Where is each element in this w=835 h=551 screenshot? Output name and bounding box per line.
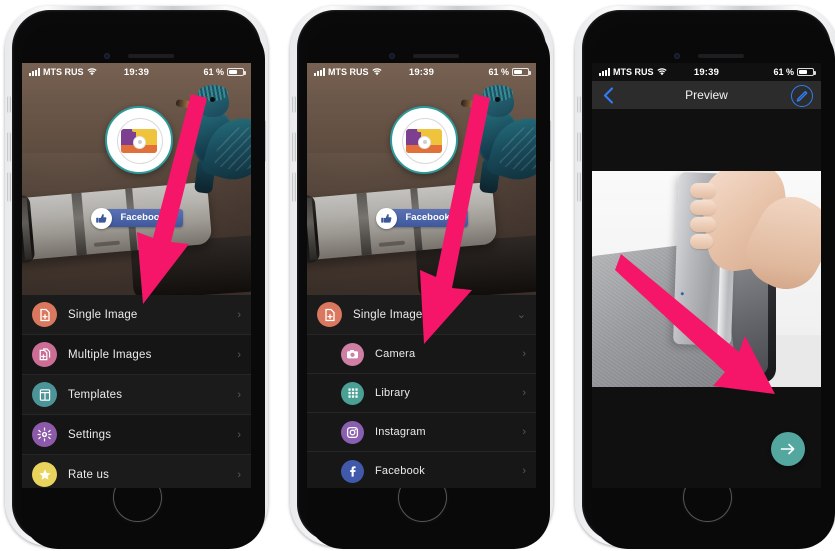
volume-up-button[interactable] bbox=[292, 132, 296, 162]
clock-label: 19:39 bbox=[123, 66, 150, 78]
volume-down-button[interactable] bbox=[292, 172, 296, 202]
mute-switch[interactable] bbox=[577, 96, 581, 113]
earpiece-speaker bbox=[127, 54, 174, 58]
star-icon bbox=[32, 462, 57, 487]
earpiece-speaker bbox=[697, 54, 744, 58]
mute-switch[interactable] bbox=[292, 96, 296, 113]
menu-item-single-image[interactable]: Single Image › bbox=[22, 295, 251, 335]
clock-label: 19:39 bbox=[408, 66, 435, 78]
status-bar-2: MTS RUS 19:39 61 % bbox=[307, 63, 536, 81]
clock-label: 19:39 bbox=[693, 66, 720, 78]
app-logo bbox=[389, 106, 458, 174]
menu-label: Settings bbox=[68, 428, 112, 441]
facebook-badge[interactable]: Facebook bbox=[90, 208, 183, 229]
chevron-down-icon: ⌄ bbox=[516, 309, 526, 321]
chevron-right-icon: › bbox=[237, 388, 241, 401]
wallpaper-1 bbox=[22, 63, 251, 295]
document-add-icon bbox=[32, 302, 57, 327]
phone-2-screen: MTS RUS 19:39 61 % Facebook Single Image… bbox=[307, 63, 536, 488]
page-title: Preview bbox=[685, 88, 728, 102]
facebook-badge-label: Facebook bbox=[405, 212, 450, 223]
camera-app-logo-icon bbox=[120, 129, 157, 153]
expanded-menu-list: Single Image ⌄ Camera › Library › Instag… bbox=[307, 295, 536, 488]
thumbs-up-icon bbox=[375, 208, 397, 229]
menu-item-templates[interactable]: Templates › bbox=[22, 375, 251, 415]
front-camera-icon bbox=[103, 53, 110, 59]
phone-2: MTS RUS 19:39 61 % Facebook Single Image… bbox=[290, 0, 553, 551]
facebook-badge-label: Facebook bbox=[120, 212, 165, 223]
battery-icon bbox=[227, 68, 246, 76]
front-camera-icon bbox=[673, 53, 680, 59]
phone-1: MTS RUS 19:39 61 % Facebook Single Image… bbox=[5, 0, 268, 551]
document-add-icon bbox=[317, 302, 342, 327]
menu-item-multiple-images[interactable]: Multiple Images › bbox=[22, 335, 251, 375]
chevron-right-icon: › bbox=[237, 468, 241, 481]
submenu-label: Camera bbox=[375, 348, 416, 360]
camera-app-logo-icon bbox=[405, 129, 442, 153]
submenu-item-camera[interactable]: Camera › bbox=[307, 335, 536, 374]
volume-down-button[interactable] bbox=[577, 172, 581, 202]
template-icon bbox=[32, 382, 57, 407]
mute-switch[interactable] bbox=[7, 96, 11, 113]
menu-label: Single Image bbox=[68, 308, 138, 321]
submenu-label: Facebook bbox=[375, 465, 425, 477]
submenu-label: Library bbox=[375, 387, 411, 399]
chevron-right-icon: › bbox=[522, 465, 526, 477]
status-bar-1: MTS RUS 19:39 61 % bbox=[22, 63, 251, 81]
menu-item-single-image-expanded[interactable]: Single Image ⌄ bbox=[307, 295, 536, 335]
submenu-item-facebook[interactable]: Facebook › bbox=[307, 452, 536, 488]
earpiece-speaker bbox=[412, 54, 459, 58]
facebook-icon bbox=[341, 459, 364, 483]
app-logo bbox=[104, 106, 173, 174]
gear-icon bbox=[32, 422, 57, 447]
menu-label: Single Image bbox=[353, 308, 423, 321]
submenu-item-instagram[interactable]: Instagram › bbox=[307, 413, 536, 452]
nav-bar: Preview bbox=[592, 81, 821, 109]
status-bar-3: MTS RUS 19:39 61 % bbox=[592, 63, 821, 81]
battery-icon bbox=[797, 68, 816, 76]
pencil-edit-icon bbox=[796, 90, 808, 102]
front-camera-icon bbox=[388, 53, 395, 59]
back-button[interactable] bbox=[600, 85, 616, 105]
menu-label: Templates bbox=[68, 388, 123, 401]
edit-button[interactable] bbox=[791, 85, 813, 107]
chevron-right-icon: › bbox=[522, 348, 526, 360]
chevron-right-icon: › bbox=[522, 387, 526, 399]
volume-up-button[interactable] bbox=[7, 132, 11, 162]
grid-icon bbox=[341, 381, 364, 405]
camera-icon bbox=[341, 342, 364, 366]
volume-down-button[interactable] bbox=[7, 172, 11, 202]
arrow-right-icon bbox=[780, 443, 795, 455]
screenshot-stage: MTS RUS 19:39 61 % Facebook Single Image… bbox=[0, 0, 835, 551]
phone-3: MTS RUS 19:39 61 % Preview bbox=[575, 0, 835, 551]
submenu-label: Instagram bbox=[375, 426, 426, 438]
volume-up-button[interactable] bbox=[577, 132, 581, 162]
menu-label: Rate us bbox=[68, 468, 110, 481]
preview-area bbox=[592, 109, 821, 488]
phone-3-screen: MTS RUS 19:39 61 % Preview bbox=[592, 63, 821, 488]
chevron-right-icon: › bbox=[237, 308, 241, 321]
chevron-right-icon: › bbox=[522, 426, 526, 438]
next-button[interactable] bbox=[771, 432, 805, 466]
preview-photo[interactable] bbox=[592, 171, 821, 387]
menu-item-settings[interactable]: Settings › bbox=[22, 415, 251, 455]
menu-item-rate-us[interactable]: Rate us › bbox=[22, 455, 251, 488]
submenu-item-library[interactable]: Library › bbox=[307, 374, 536, 413]
wallpaper-2 bbox=[307, 63, 536, 295]
main-menu-list: Single Image › Multiple Images › Templat… bbox=[22, 295, 251, 488]
battery-icon bbox=[512, 68, 531, 76]
documents-add-icon bbox=[32, 342, 57, 367]
phone-1-screen: MTS RUS 19:39 61 % Facebook Single Image… bbox=[22, 63, 251, 488]
chevron-right-icon: › bbox=[237, 348, 241, 361]
menu-label: Multiple Images bbox=[68, 348, 152, 361]
facebook-badge[interactable]: Facebook bbox=[375, 208, 468, 229]
instagram-icon bbox=[341, 420, 364, 444]
thumbs-up-icon bbox=[90, 208, 112, 229]
chevron-right-icon: › bbox=[237, 428, 241, 441]
